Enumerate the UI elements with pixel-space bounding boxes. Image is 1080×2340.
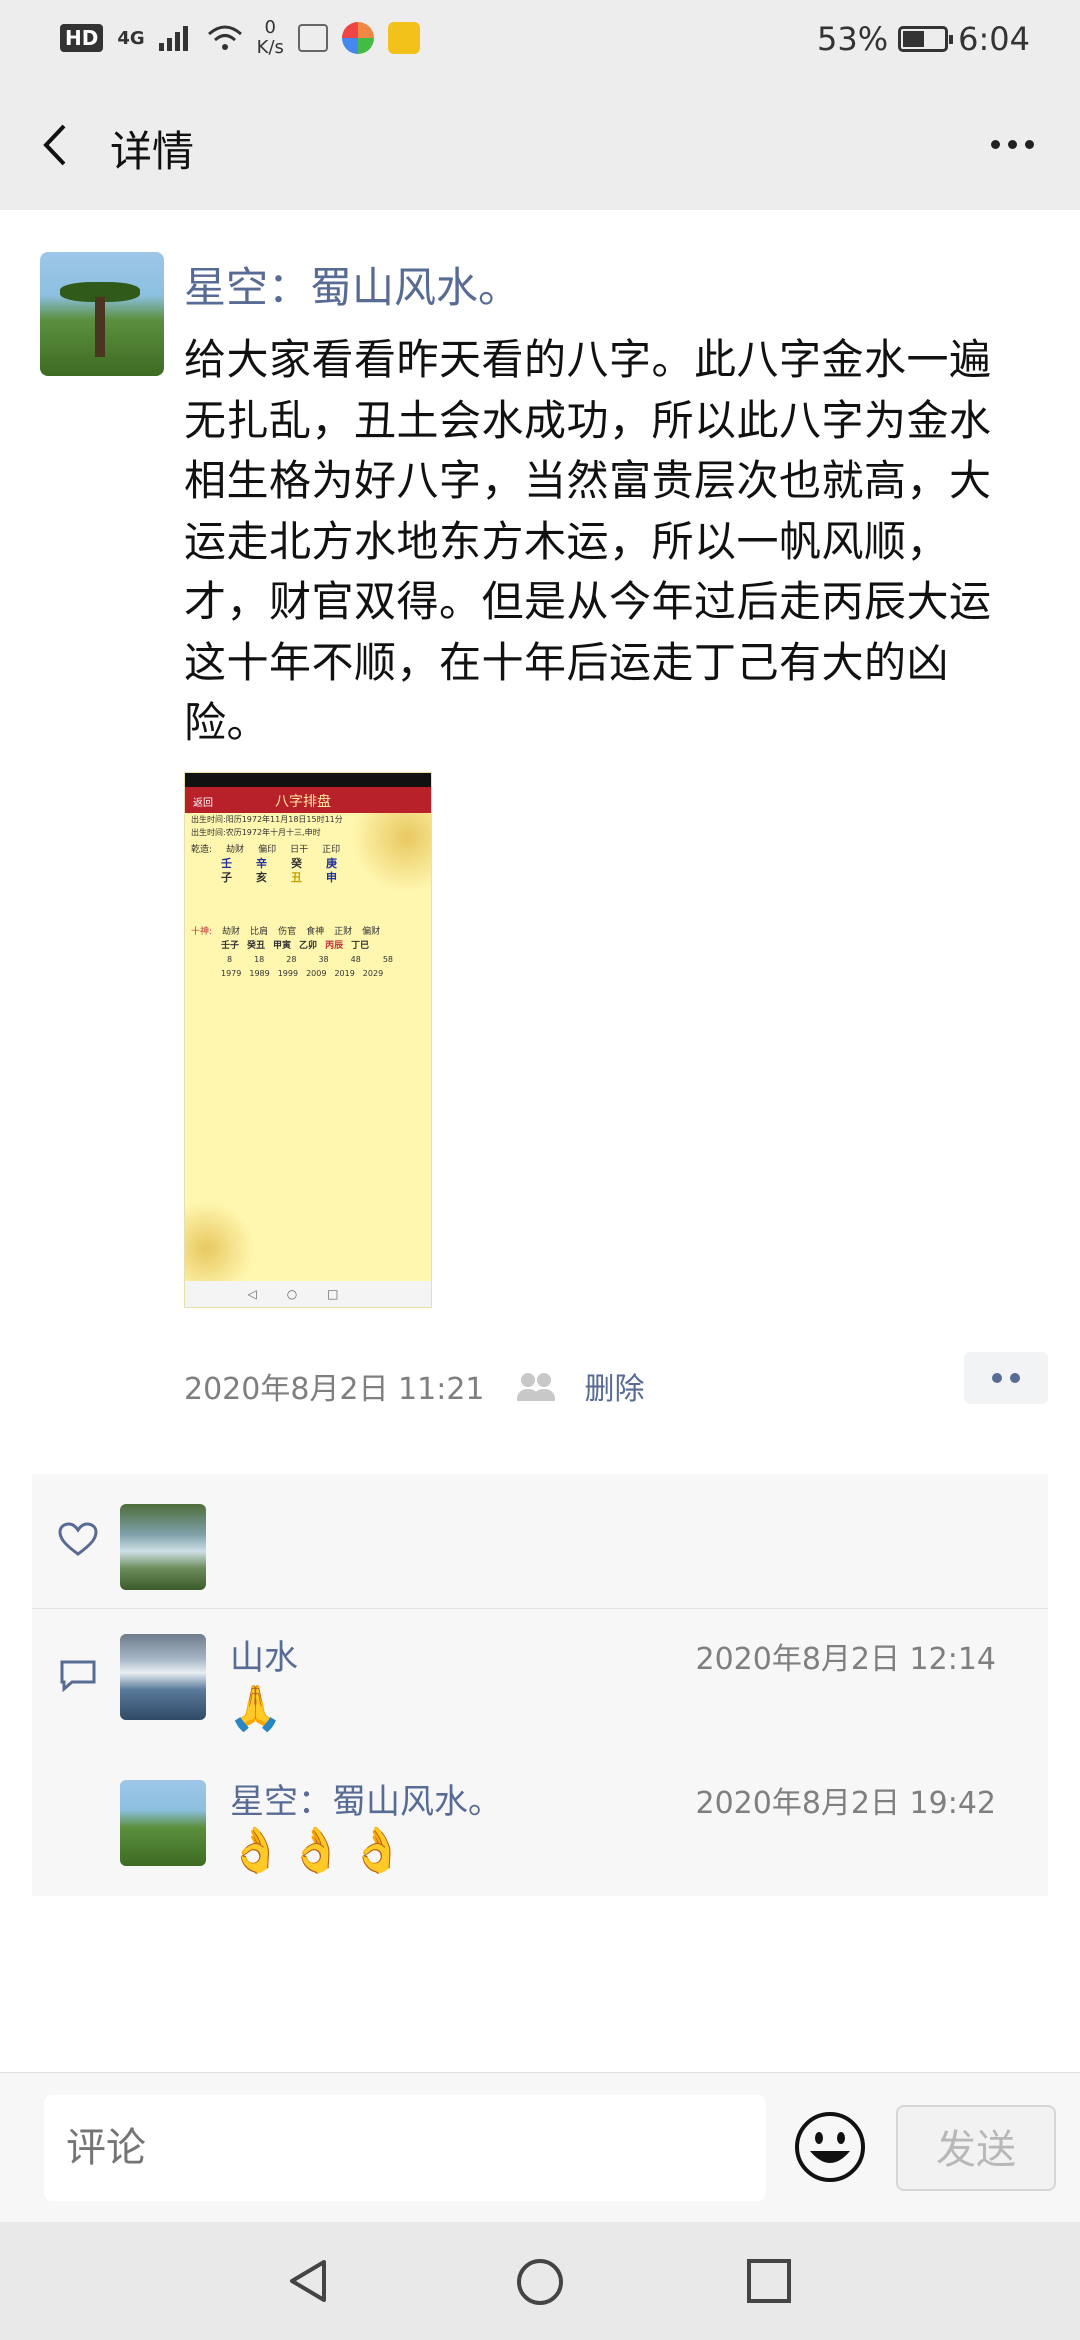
send-button[interactable]: 发送	[896, 2105, 1056, 2191]
speed-unit: K/s	[256, 37, 284, 58]
comment-text[interactable]: 🙏	[228, 1682, 283, 1734]
commenter-avatar[interactable]	[120, 1780, 206, 1866]
preview-year: 2029	[362, 969, 384, 978]
heart-icon	[58, 1522, 98, 1556]
preview-row-label: 乾造:	[191, 845, 213, 855]
mail-icon	[387, 22, 420, 54]
preview-pillar: 丁巳	[351, 941, 370, 951]
comment-input[interactable]	[44, 2095, 766, 2201]
preview-cell: 日干	[290, 845, 309, 855]
hd-indicator: HD	[60, 24, 104, 52]
comment-author[interactable]: 山水	[230, 1630, 298, 1679]
likes-row	[32, 1474, 1048, 1609]
like-comment-menu-button[interactable]	[964, 1352, 1048, 1404]
preview-cell: 劫财	[226, 845, 245, 855]
comment-author[interactable]: 星空：蜀山风水。	[230, 1774, 502, 1823]
system-nav-bar	[0, 2222, 1080, 2340]
preview-nav-bar: ◁○□	[185, 1281, 431, 1307]
comment-icon	[60, 1660, 96, 1692]
preview-year: 1999	[277, 969, 299, 978]
preview-stem: 壬	[221, 857, 232, 870]
post-author[interactable]: 星空：蜀山风水。	[184, 254, 520, 315]
signal-icon	[158, 26, 188, 51]
preview-age: 8	[227, 955, 233, 964]
post-meta: 2020年8月2日 11:21 删除	[184, 1364, 645, 1408]
page-title: 详情	[110, 127, 195, 176]
nav-home-icon[interactable]	[516, 2258, 564, 2306]
preview-age: 18	[254, 955, 265, 964]
comment-input-bar: 发送	[0, 2072, 1080, 2223]
title-bar: 详情	[0, 80, 1080, 210]
preview-pillar: 壬子	[221, 941, 240, 951]
preview-age: 38	[318, 955, 329, 964]
commenter-avatar[interactable]	[120, 1634, 206, 1720]
preview-branch: 申	[326, 871, 337, 884]
preview-pillar: 丙辰	[325, 941, 344, 951]
post-text: 给大家看看昨天看的八字。此八字金水一遍无扎乱，丑土会水成功，所以此八字为金水相生…	[184, 335, 992, 747]
preview-back: 返回	[193, 798, 213, 809]
preview-pillar: 甲寅	[273, 941, 292, 951]
preview-stem: 辛	[256, 857, 267, 870]
preview-app-title: 八字排盘	[275, 794, 331, 810]
preview-cell: 正印	[322, 845, 341, 855]
comment-time: 2020年8月2日 12:14	[695, 1642, 996, 1677]
app-color-icon	[341, 22, 374, 54]
preview-cell: 劫财	[222, 927, 241, 937]
liker-avatar[interactable]	[120, 1504, 206, 1590]
comment-time: 2020年8月2日 19:42	[695, 1786, 996, 1821]
network-speed: 0 K/s	[257, 18, 284, 58]
preview-branch: 子	[221, 871, 232, 884]
more-options-icon[interactable]	[991, 140, 1034, 149]
interactions-panel: 山水 2020年8月2日 12:14 🙏 星空：蜀山风水。 2020年8月2日 …	[32, 1474, 1048, 1896]
post-image[interactable]: 返回 八字排盘 出生时间:阳历1972年11月18日15时11分 出生时间:农历…	[184, 772, 432, 1308]
visibility-people-icon	[515, 1371, 555, 1401]
preview-year: 1979	[221, 969, 242, 978]
post-time: 2020年8月2日 11:21	[184, 1372, 485, 1407]
preview-pillar: 癸丑	[247, 941, 266, 951]
preview-cell: 比肩	[250, 927, 269, 937]
wifi-icon	[207, 25, 242, 50]
preview-branch: 亥	[256, 871, 267, 884]
preview-stem: 庚	[326, 857, 337, 870]
emoji-icon[interactable]	[794, 2111, 866, 2183]
preview-year: 1989	[249, 969, 270, 978]
delete-button[interactable]: 删除	[585, 1364, 645, 1408]
preview-age: 48	[350, 955, 361, 964]
status-bar: HD 4G 0 K/s 53% 6:04	[0, 0, 1080, 80]
preview-age: 58	[382, 955, 394, 964]
author-avatar[interactable]	[40, 252, 164, 376]
preview-stem: 癸	[291, 857, 302, 870]
speed-value: 0	[264, 17, 276, 38]
bag-icon	[297, 24, 328, 52]
battery-percent: 53%	[817, 20, 889, 58]
preview-year: 2019	[334, 969, 355, 978]
battery-icon	[898, 26, 954, 52]
network-type: 4G	[117, 27, 145, 49]
preview-branch: 丑	[291, 871, 302, 884]
back-arrow-icon[interactable]	[38, 120, 78, 170]
clock: 6:04	[958, 20, 1030, 58]
preview-age: 28	[286, 955, 297, 964]
preview-cell: 偏财	[362, 927, 381, 937]
preview-luck-label: 十神:	[191, 927, 213, 937]
preview-cell: 食神	[306, 927, 325, 937]
nav-back-icon[interactable]	[286, 2258, 332, 2304]
preview-cell: 正财	[334, 927, 353, 937]
comment-text[interactable]: 👌👌👌	[228, 1824, 410, 1876]
preview-cell: 偏印	[258, 845, 277, 855]
preview-cell: 伤官	[278, 927, 297, 937]
preview-year: 2009	[306, 969, 327, 978]
preview-pillar: 乙卯	[299, 941, 318, 951]
nav-recents-icon[interactable]	[746, 2258, 792, 2304]
